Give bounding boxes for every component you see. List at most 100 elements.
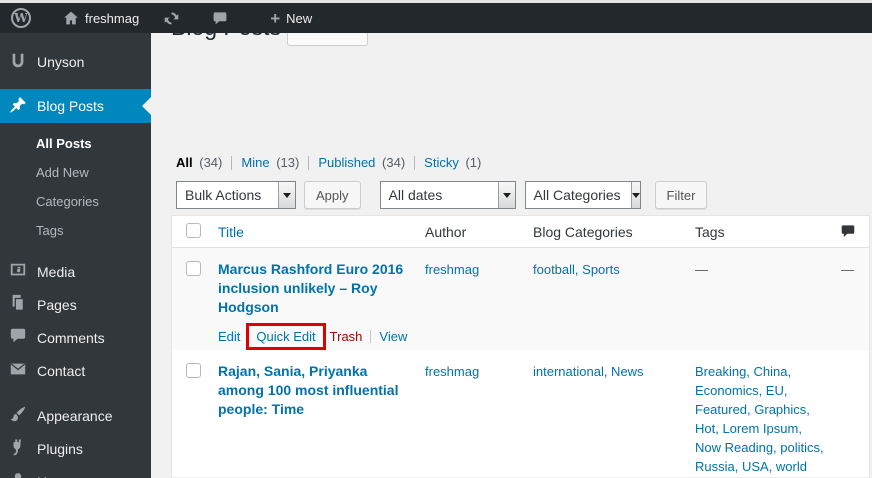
sidebar-item-label: Pages bbox=[37, 296, 77, 313]
select-all-checkbox[interactable] bbox=[186, 223, 201, 238]
post-categories-links[interactable]: international, News bbox=[533, 362, 688, 381]
comments-column-icon bbox=[841, 225, 855, 241]
users-icon bbox=[9, 471, 27, 478]
view-published-link[interactable]: Published (34) bbox=[318, 155, 405, 170]
column-header-title[interactable]: Title bbox=[218, 224, 244, 240]
post-author-link[interactable]: freshmag bbox=[425, 362, 533, 381]
admin-comments-menu[interactable] bbox=[203, 3, 243, 33]
trash-action-link[interactable]: Trash bbox=[330, 329, 363, 344]
column-header-author: Author bbox=[425, 216, 533, 248]
post-title-link[interactable]: Rajan, Sania, Priyanka among 100 most in… bbox=[218, 362, 413, 419]
separator bbox=[370, 330, 372, 343]
site-name-label: freshmag bbox=[85, 10, 140, 26]
plugin-icon bbox=[9, 438, 27, 459]
bulk-actions-select[interactable]: Bulk Actions bbox=[176, 181, 296, 209]
filter-button-label: Filter bbox=[666, 187, 696, 203]
view-mine-link[interactable]: Mine (13) bbox=[241, 155, 299, 170]
dates-filter-select[interactable]: All dates bbox=[379, 181, 516, 209]
view-sticky-count: (1) bbox=[465, 155, 482, 170]
view-published-count: (34) bbox=[382, 155, 406, 170]
comments-icon bbox=[9, 327, 27, 348]
row-actions: Edit Quick Edit Trash View bbox=[218, 323, 425, 350]
pushpin-icon bbox=[9, 96, 27, 117]
view-mine-label: Mine bbox=[241, 155, 270, 170]
sidebar-item-users[interactable]: Users bbox=[0, 465, 151, 478]
window-top-edge bbox=[0, 0, 872, 3]
filter-button[interactable]: Filter bbox=[654, 181, 708, 209]
separator bbox=[308, 155, 310, 170]
paintbrush-icon bbox=[9, 405, 27, 426]
sidebar-item-label: Unyson bbox=[37, 54, 85, 70]
post-row-1: Marcus Rashford Euro 2016 inclusion unli… bbox=[172, 247, 869, 350]
view-mine-count: (13) bbox=[276, 155, 300, 170]
sidebar-item-label: Blog Posts bbox=[37, 98, 104, 114]
dropdown-arrow-icon[interactable] bbox=[497, 182, 515, 208]
site-name-menu[interactable]: freshmag bbox=[54, 3, 148, 33]
table-header-row: Title Author Blog Categories Tags bbox=[172, 216, 869, 248]
sidebar-item-label: Plugins bbox=[37, 440, 83, 457]
view-sticky-link[interactable]: Sticky (1) bbox=[424, 155, 481, 170]
updates-icon bbox=[163, 10, 180, 27]
dropdown-arrow-icon[interactable] bbox=[278, 182, 295, 208]
post-categories-links[interactable]: football, Sports bbox=[533, 260, 688, 279]
sidebar-item-appearance[interactable]: Appearance bbox=[0, 399, 151, 432]
sidebar-subitem-tags[interactable]: Tags bbox=[0, 216, 151, 245]
apply-button-label: Apply bbox=[316, 187, 349, 203]
column-header-tags: Tags bbox=[688, 216, 836, 248]
list-filter-bar: Bulk Actions Apply All dates All Categor… bbox=[176, 181, 708, 209]
view-published-label: Published bbox=[318, 155, 376, 170]
wordpress-logo-icon: W bbox=[11, 8, 31, 28]
plus-icon: + bbox=[270, 8, 281, 28]
sidebar-item-pages[interactable]: Pages bbox=[0, 288, 151, 321]
view-all-label: All bbox=[176, 155, 193, 170]
admin-bar: W freshmag + New bbox=[0, 3, 872, 33]
post-comments-empty: — bbox=[841, 261, 854, 277]
new-content-menu[interactable]: + New bbox=[261, 3, 321, 33]
comments-bubble-icon bbox=[212, 10, 228, 26]
column-header-comments bbox=[836, 216, 869, 248]
sidebar-item-label: Contact bbox=[37, 362, 86, 379]
content-area: Blog Posts Add New All (34) Mine (13) Pu… bbox=[151, 0, 872, 478]
media-icon bbox=[9, 261, 27, 282]
sidebar-item-unyson[interactable]: Unyson bbox=[0, 45, 151, 79]
pages-icon bbox=[9, 294, 27, 315]
sidebar-item-plugins[interactable]: Plugins bbox=[0, 432, 151, 465]
edit-action-link[interactable]: Edit bbox=[218, 329, 240, 344]
apply-button[interactable]: Apply bbox=[304, 181, 361, 209]
categories-filter-select[interactable]: All Categories bbox=[524, 181, 641, 209]
menu-separator bbox=[0, 387, 151, 399]
categories-filter-value: All Categories bbox=[533, 187, 621, 203]
post-tags-empty: — bbox=[695, 261, 708, 277]
view-all-count: (34) bbox=[199, 155, 223, 170]
sidebar-item-contact[interactable]: Contact bbox=[0, 354, 151, 387]
wordpress-logo-menu[interactable]: W bbox=[0, 3, 40, 33]
blog-posts-submenu: All Posts Add New Categories Tags bbox=[0, 123, 151, 255]
sidebar-subitem-all-posts[interactable]: All Posts bbox=[0, 129, 151, 158]
quick-edit-action-link[interactable]: Quick Edit bbox=[256, 329, 315, 344]
dropdown-arrow-icon[interactable] bbox=[630, 182, 640, 208]
separator bbox=[231, 155, 233, 170]
sidebar-subitem-add-new[interactable]: Add New bbox=[0, 158, 151, 187]
sidebar-item-media[interactable]: Media bbox=[0, 255, 151, 288]
view-all-link[interactable]: All (34) bbox=[176, 155, 222, 170]
admin-sidebar: Unyson Blog Posts All Posts Add New Cate… bbox=[0, 33, 151, 478]
row-checkbox[interactable] bbox=[186, 362, 201, 378]
sidebar-item-label: Media bbox=[37, 263, 76, 280]
quick-edit-highlight-box: Quick Edit bbox=[246, 323, 326, 350]
separator bbox=[414, 155, 416, 170]
sidebar-item-comments[interactable]: Comments bbox=[0, 321, 151, 354]
sidebar-item-blog-posts[interactable]: Blog Posts bbox=[0, 89, 151, 123]
row-checkbox[interactable] bbox=[186, 260, 201, 276]
view-sticky-label: Sticky bbox=[424, 155, 459, 170]
updates-menu[interactable] bbox=[154, 3, 195, 33]
view-action-link[interactable]: View bbox=[379, 329, 407, 344]
post-author-link[interactable]: freshmag bbox=[425, 260, 533, 279]
post-title-link[interactable]: Marcus Rashford Euro 2016 inclusion unli… bbox=[218, 260, 413, 317]
posts-list-table: Title Author Blog Categories Tags Marcus bbox=[171, 215, 870, 478]
post-tags-links[interactable]: Breaking, China, Economics, EU, Featured… bbox=[695, 362, 826, 476]
bulk-actions-value: Bulk Actions bbox=[185, 187, 262, 203]
new-menu-label: New bbox=[286, 10, 313, 26]
sidebar-subitem-categories[interactable]: Categories bbox=[0, 187, 151, 216]
dates-filter-value: All dates bbox=[388, 187, 443, 203]
post-row-2: Rajan, Sania, Priyanka among 100 most in… bbox=[172, 349, 869, 477]
